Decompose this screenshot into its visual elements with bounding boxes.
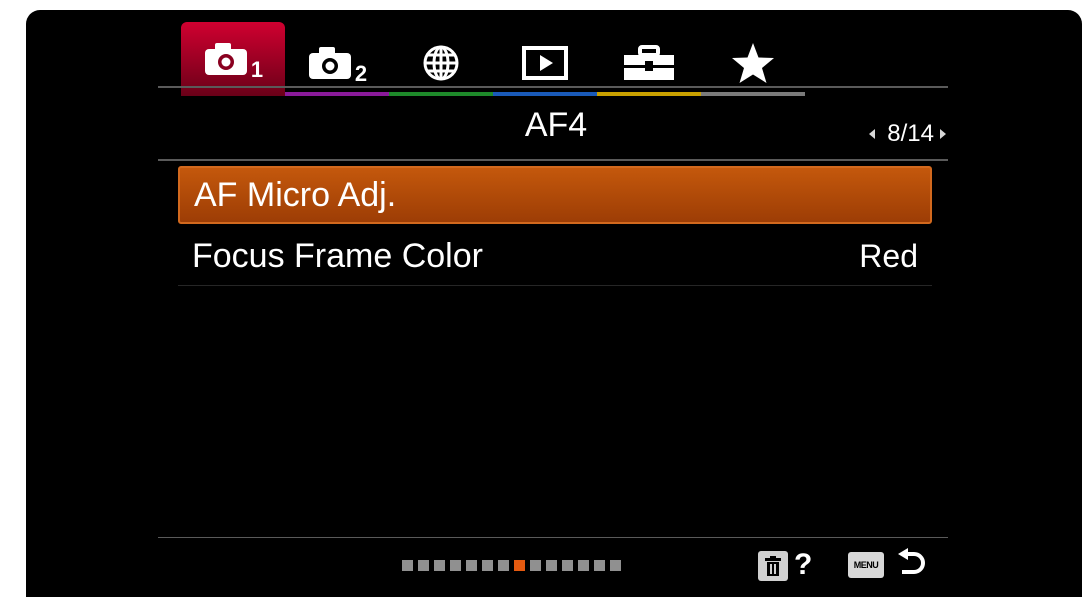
trash-icon[interactable] (758, 551, 788, 581)
playback-icon (521, 45, 569, 81)
help-question-mark[interactable]: ? (794, 548, 812, 582)
tab-color-stripe (389, 92, 493, 96)
page-indicator[interactable]: 8/14 (826, 120, 946, 148)
network-icon (421, 43, 461, 83)
page-dot-current (514, 560, 525, 571)
setup-toolbox-icon (622, 45, 676, 81)
menu-list: AF Micro Adj. Focus Frame Color Red (178, 166, 932, 286)
page-dot (466, 560, 477, 571)
page-dot (498, 560, 509, 571)
page-dot (418, 560, 429, 571)
tab-color-stripe (493, 92, 597, 96)
menu-item-label: AF Micro Adj. (194, 175, 397, 214)
next-page-arrow-icon[interactable] (940, 129, 946, 139)
page-dot (562, 560, 573, 571)
camera-settings-2-icon (307, 45, 353, 81)
page-dot (402, 560, 413, 571)
header-divider (158, 86, 948, 88)
menu-item-value: Red (859, 238, 918, 274)
page-dot (594, 560, 605, 571)
page-title: AF4 (524, 106, 588, 144)
menu-item-af-micro-adj[interactable]: AF Micro Adj. (178, 166, 932, 224)
page-dot (450, 560, 461, 571)
page-dot (434, 560, 445, 571)
tab-camera-settings-1[interactable]: 1 (181, 22, 285, 96)
menu-item-label: Focus Frame Color (192, 237, 483, 275)
footer-divider (158, 537, 948, 538)
page-position-dots (402, 560, 626, 571)
menu-tab-bar: 1 2 (181, 16, 805, 96)
tab-color-stripe (597, 92, 701, 96)
tab-color-stripe (701, 92, 805, 96)
camera-menu-screen: 1 2 AF4 8/14 AF Micro Adj. Focus Frame C… (26, 10, 1082, 597)
page-dot (610, 560, 621, 571)
previous-page-arrow-icon[interactable] (869, 129, 876, 139)
camera-settings-1-icon (203, 41, 249, 77)
page-dot (546, 560, 557, 571)
my-menu-star-icon (731, 42, 775, 84)
page-number: 8/14 (887, 120, 934, 147)
tab-number: 2 (354, 61, 368, 86)
menu-button-icon[interactable]: MENU (848, 552, 884, 578)
back-arrow-icon[interactable] (894, 548, 926, 587)
page-dot (530, 560, 541, 571)
tab-number: 1 (250, 57, 264, 82)
title-divider (158, 159, 948, 161)
tab-color-stripe (285, 92, 389, 96)
page-dot (482, 560, 493, 571)
menu-item-focus-frame-color[interactable]: Focus Frame Color Red (178, 228, 932, 286)
page-dot (578, 560, 589, 571)
